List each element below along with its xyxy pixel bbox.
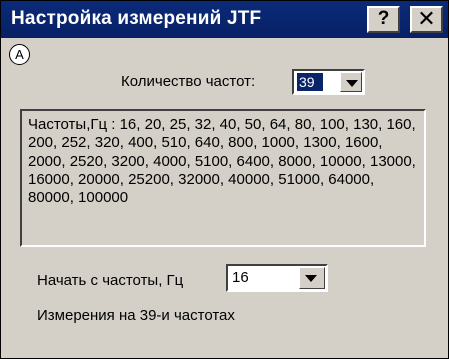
start-frequency-label: Начать с частоты, Гц [37,272,184,289]
chevron-down-icon[interactable] [340,72,362,92]
close-button[interactable]: ✕ [410,6,443,33]
frequency-count-label: Количество частот: [121,73,256,90]
help-button[interactable]: ? [367,6,400,33]
frequency-count-dropdown[interactable]: 39 [292,69,365,95]
frequency-list: Частоты,Гц : 16, 20, 25, 32, 40, 50, 64,… [20,109,426,247]
chevron-down-icon[interactable] [299,267,325,289]
settings-dialog: Настройка измерений JTF ? ✕ A Количество… [0,0,449,359]
frequency-count-value: 39 [297,73,323,91]
start-frequency-value: 16 [232,269,249,286]
start-frequency-dropdown[interactable]: 16 [226,264,328,292]
window-title: Настройка измерений JTF [11,8,262,29]
marker-a-icon: A [9,44,30,65]
title-bar: Настройка измерений JTF ? ✕ [1,1,448,38]
measurement-status: Измерения на 39-и частотах [37,307,235,324]
